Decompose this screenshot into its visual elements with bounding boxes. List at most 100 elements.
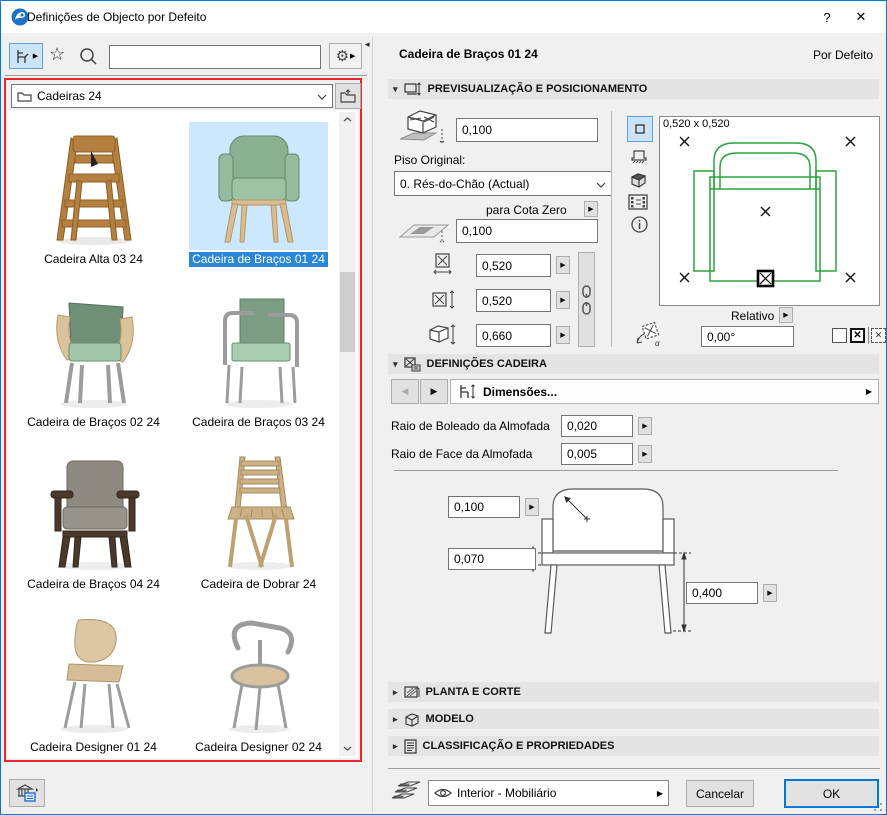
dim-a-input[interactable]: [476, 254, 551, 277]
cota-zero-input[interactable]: [456, 219, 598, 243]
relativo-flyout-button[interactable]: ▶: [779, 307, 793, 323]
archicad-logo-icon: [11, 8, 29, 29]
library-item-list: Cadeira Alta 03 24: [8, 110, 358, 758]
ok-button[interactable]: OK: [784, 779, 879, 808]
library-item[interactable]: Cadeira Designer 01 24: [16, 610, 171, 755]
thumbnail-cadeira-dobrar: [189, 447, 328, 575]
param1-label: Raio de Boleado da Almofada: [391, 419, 550, 433]
seat-thickness-input[interactable]: [448, 548, 536, 570]
settings-page-selector[interactable]: Dimensões... ▶: [450, 379, 879, 404]
param2-flyout-button[interactable]: ▶: [638, 445, 652, 463]
seat-height-input[interactable]: [686, 582, 758, 604]
scroll-down-button[interactable]: [339, 741, 356, 756]
preview-mode-2d-button[interactable]: [627, 116, 653, 142]
titlebar: Definições de Objecto por Defeito ? ✕: [1, 1, 886, 33]
collapse-panel-arrow[interactable]: ◂: [365, 39, 370, 50]
chair-settings-icon: [404, 357, 421, 372]
preview-positioning-icon: [404, 82, 422, 96]
rotation-angle-input[interactable]: [701, 326, 794, 347]
back-radius-flyout-button[interactable]: ▶: [525, 498, 539, 516]
dialog-title: Definições de Objecto por Defeito: [27, 10, 206, 24]
library-browser-frame: Cadeiras 24: [4, 78, 362, 762]
library-item[interactable]: Cadeira de Braços 03 24: [181, 285, 336, 430]
depth-y-icon: [432, 289, 458, 314]
preview-mode-film-icon[interactable]: [628, 194, 648, 213]
hotspot-checkbox[interactable]: ✕: [850, 328, 865, 343]
model-cube-icon: [404, 712, 420, 727]
layer-selector[interactable]: Interior - Mobiliário ▶: [428, 780, 669, 806]
back-radius-input[interactable]: [448, 496, 520, 518]
chain-link-button[interactable]: [578, 252, 595, 347]
dim-h-flyout-button[interactable]: ▶: [556, 326, 570, 344]
footer-separator: [388, 768, 880, 769]
library-item[interactable]: Cadeira Designer 02 24: [181, 610, 336, 755]
panel-splitter[interactable]: [372, 37, 373, 812]
resize-grip[interactable]: [874, 803, 882, 811]
param1-flyout-button[interactable]: ▶: [638, 417, 652, 435]
cota-zero-flyout-button[interactable]: ▶: [584, 201, 598, 217]
library-item-label: Cadeira de Braços 01 24: [189, 252, 328, 267]
collapse-open-icon: ▾: [393, 84, 398, 95]
settings-panel: Cadeira de Braços 01 24 Por Defeito ▾ PR…: [374, 33, 886, 814]
preview-mode-3d-icon[interactable]: [630, 172, 647, 192]
search-input[interactable]: [109, 45, 321, 69]
home-story-label: Piso Original:: [394, 153, 465, 167]
library-item-selected[interactable]: Cadeira de Braços 01 24: [181, 122, 336, 267]
scroll-up-button[interactable]: [339, 112, 356, 127]
scrollbar-thumb[interactable]: [340, 272, 355, 352]
settings-page-label: Dimensões...: [483, 385, 557, 399]
preview-mode-info-icon[interactable]: [631, 216, 648, 236]
dim-h-input[interactable]: [476, 324, 551, 347]
relativo-label: Relativo: [731, 309, 774, 323]
page-forward-button[interactable]: ▶: [420, 379, 448, 404]
home-story-dropdown[interactable]: 0. Rés-do-Chão (Actual): [394, 171, 612, 196]
library-item[interactable]: Cadeira de Braços 04 24: [16, 447, 171, 592]
seat-height-flyout-button[interactable]: ▶: [763, 584, 777, 602]
height-z-icon: [428, 323, 458, 350]
document-icon: [404, 739, 417, 754]
library-manager-button[interactable]: [9, 779, 45, 807]
eye-icon: [434, 787, 452, 799]
search-icon[interactable]: [79, 47, 98, 69]
mirror-checkbox[interactable]: [832, 328, 847, 343]
settings-button[interactable]: ⚙ ▶: [329, 43, 362, 69]
folder-icon: [17, 90, 32, 102]
square-icon: [635, 124, 645, 134]
object-type-button[interactable]: ▶: [9, 43, 43, 69]
flyout-arrow-icon: ▶: [350, 52, 355, 60]
layers-icon: [390, 780, 422, 807]
folder-dropdown[interactable]: Cadeiras 24: [11, 84, 333, 108]
library-item[interactable]: Cadeira de Dobrar 24: [181, 447, 336, 592]
library-item[interactable]: Cadeira Alta 03 24: [16, 122, 171, 267]
width-x-icon: [432, 252, 454, 279]
section-plan-section[interactable]: ▸ PLANTA E CORTE: [388, 682, 879, 702]
2d-preview-pane[interactable]: 0,520 x 0,520: [659, 116, 880, 306]
section-title: PLANTA E CORTE: [426, 686, 521, 698]
collapse-closed-icon: ▸: [393, 714, 398, 725]
close-button[interactable]: ✕: [844, 1, 878, 33]
param1-input[interactable]: [561, 415, 633, 437]
base-height-input[interactable]: [456, 118, 598, 142]
section-title: MODELO: [426, 713, 474, 725]
preview-mode-elevation-icon[interactable]: [630, 150, 648, 168]
cancel-button[interactable]: Cancelar: [686, 780, 754, 807]
ghost-hotspot-checkbox[interactable]: ✕: [871, 328, 886, 343]
section-model[interactable]: ▸ MODELO: [388, 709, 879, 729]
section-chair-settings[interactable]: ▾ DEFINIÇÕES CADEIRA: [388, 354, 879, 374]
thumbnail-cadeira-designer-02: [189, 610, 328, 738]
section-classification-properties[interactable]: ▸ CLASSIFICAÇÃO E PROPRIEDADES: [388, 736, 879, 756]
dim-b-flyout-button[interactable]: ▶: [556, 291, 570, 309]
list-scrollbar[interactable]: [339, 112, 356, 756]
chair-icon: [14, 48, 31, 65]
page-back-button[interactable]: ◀: [391, 379, 419, 404]
help-button[interactable]: ?: [810, 1, 844, 33]
param2-input[interactable]: [561, 443, 633, 465]
layer-menu-arrow-icon: ▶: [657, 789, 663, 798]
params-separator: [394, 470, 838, 471]
dim-b-input[interactable]: [476, 289, 551, 312]
library-item[interactable]: Cadeira de Braços 02 24: [16, 285, 171, 430]
favorites-star-icon[interactable]: ☆: [49, 44, 65, 65]
section-preview-positioning[interactable]: ▾ PREVISUALIZAÇÃO E POSICIONAMENTO: [388, 79, 879, 99]
folder-up-button[interactable]: [335, 83, 361, 109]
dim-a-flyout-button[interactable]: ▶: [556, 256, 570, 274]
